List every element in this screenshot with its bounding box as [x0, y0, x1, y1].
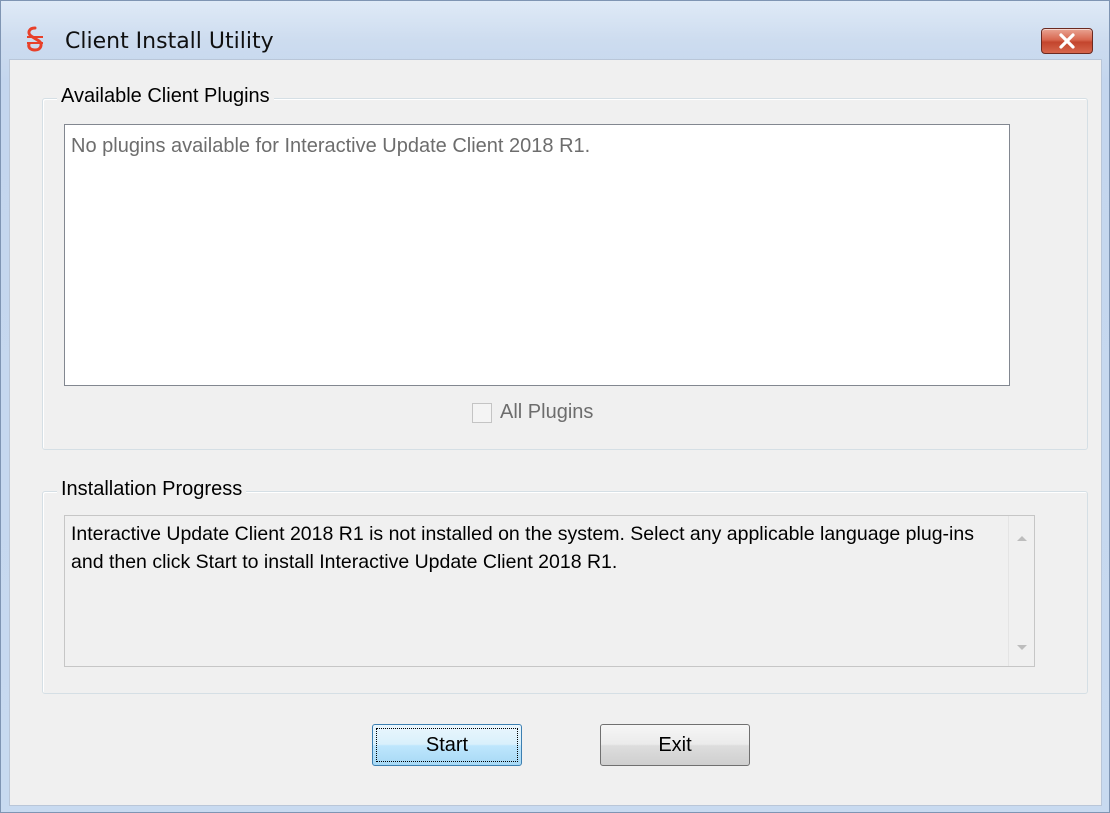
scroll-up-icon[interactable] — [1016, 534, 1028, 542]
dialog-client-area: Available Client Plugins No plugins avai… — [9, 59, 1102, 806]
exit-button-label: Exit — [658, 734, 692, 756]
all-plugins-label: All Plugins — [500, 401, 594, 423]
app-icon — [27, 26, 43, 52]
plugins-listbox[interactable]: No plugins available for Interactive Upd… — [64, 124, 1010, 386]
start-button-label: Start — [425, 734, 469, 756]
progress-message: Interactive Update Client 2018 R1 is not… — [71, 523, 974, 573]
plugins-empty-message: No plugins available for Interactive Upd… — [71, 135, 591, 157]
dialog-window: Client Install Utility Available Client … — [0, 0, 1110, 813]
exit-button[interactable]: Exit — [600, 724, 750, 766]
scroll-down-icon[interactable] — [1016, 644, 1028, 652]
progress-textbox[interactable]: Interactive Update Client 2018 R1 is not… — [64, 515, 1035, 667]
close-icon — [1059, 33, 1075, 49]
installation-progress-legend: Installation Progress — [57, 478, 247, 501]
all-plugins-checkbox[interactable] — [472, 403, 492, 423]
window-title: Client Install Utility — [65, 29, 274, 54]
start-button[interactable]: Start — [372, 724, 522, 766]
available-plugins-legend: Available Client Plugins — [57, 85, 274, 108]
close-button[interactable] — [1041, 28, 1093, 54]
progress-scrollbar[interactable] — [1008, 516, 1034, 666]
